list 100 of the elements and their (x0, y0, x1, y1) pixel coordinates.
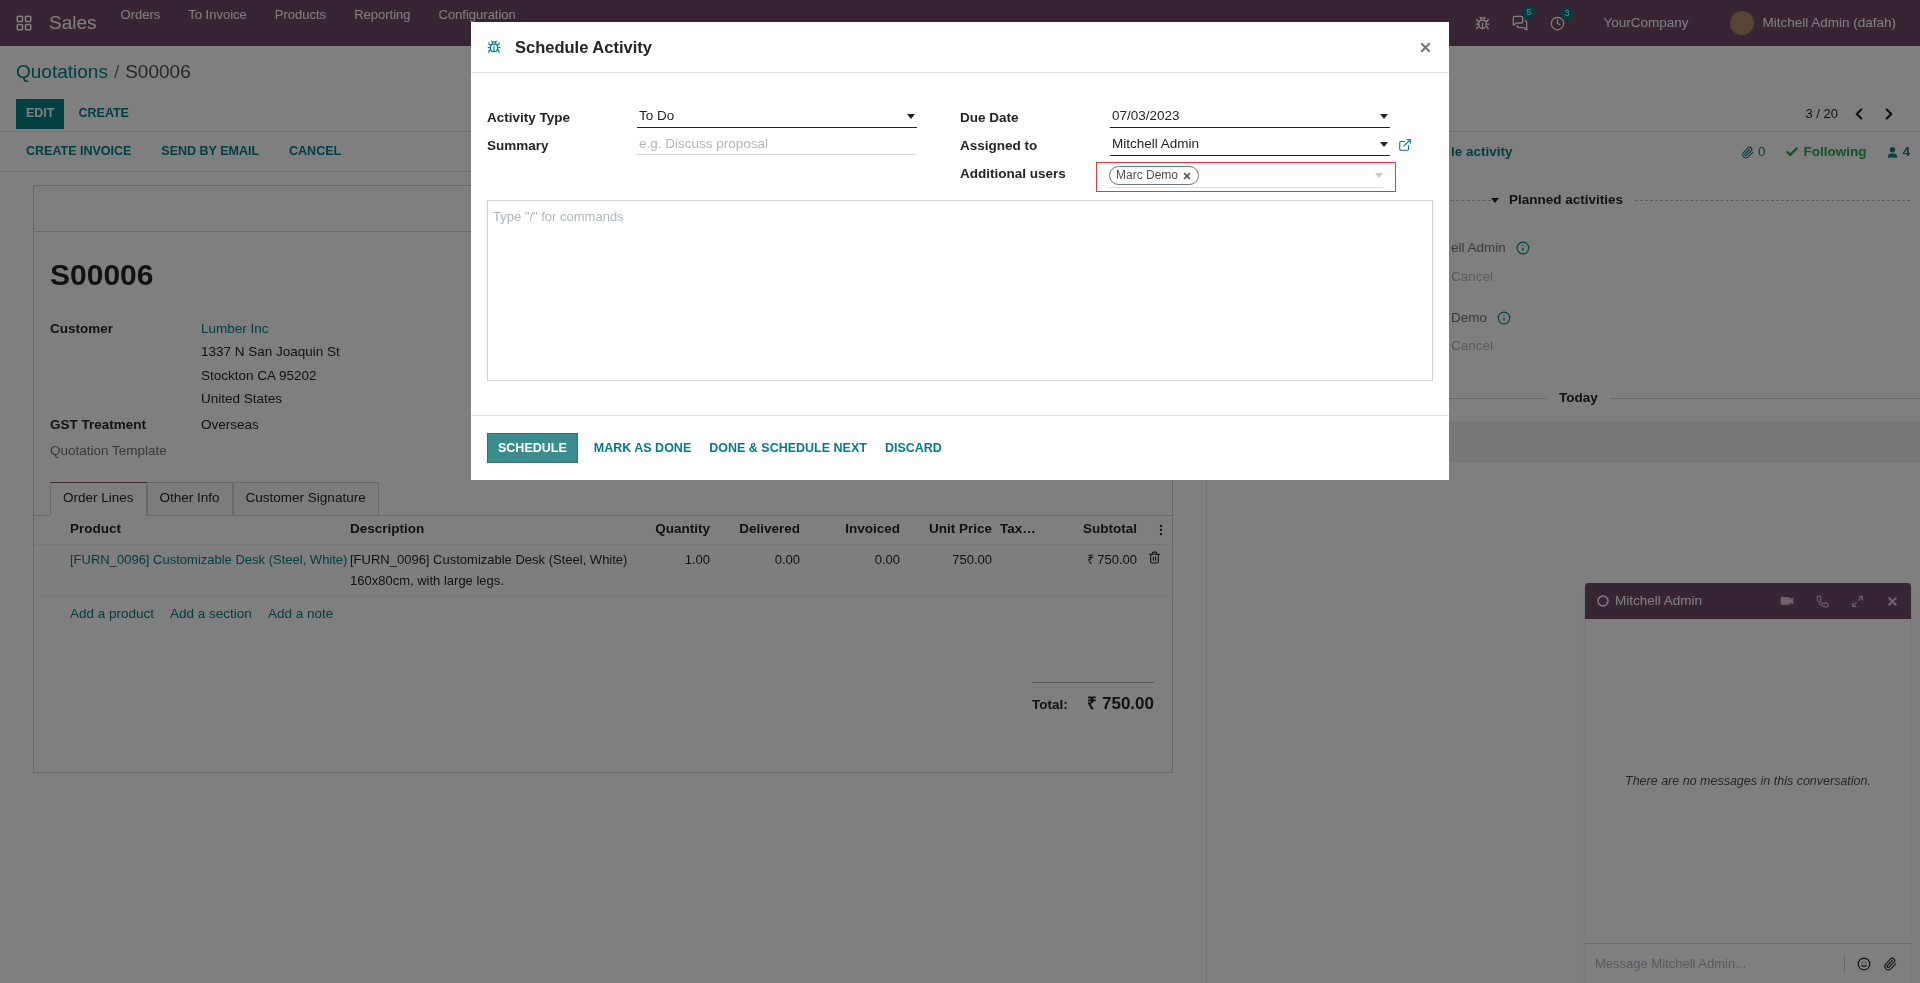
dialog-title: Schedule Activity (515, 36, 652, 58)
form-tab[interactable]: Order Lines (50, 481, 147, 516)
attachment-icon[interactable] (1883, 956, 1897, 971)
caret-icon (1380, 113, 1388, 119)
check-icon (1785, 145, 1800, 159)
form-tab[interactable]: Other Info (146, 481, 233, 516)
collapse-caret-icon (1491, 197, 1499, 203)
product-link[interactable]: [FURN_0096] Customizable Desk (Steel, White) (70, 549, 350, 591)
total-label: Total: (1032, 695, 1068, 714)
app-title[interactable]: Sales (49, 8, 97, 38)
column-header[interactable]: Unit Price (900, 519, 992, 540)
apps-menu-icon[interactable] (15, 14, 33, 32)
status-icon (1597, 595, 1609, 607)
menu-item[interactable]: Products (274, 8, 327, 22)
chat-title[interactable]: Mitchell Admin (1615, 590, 1703, 612)
dialog-action-button[interactable]: DONE & SCHEDULE NEXT (707, 433, 869, 464)
record-title: S00006 (50, 257, 155, 293)
status-action-button[interactable]: CREATE INVOICE (26, 142, 132, 161)
close-icon[interactable] (1886, 594, 1899, 608)
field-label: Customer (50, 320, 114, 338)
field-label: Due Date (960, 109, 1020, 127)
emoji-icon[interactable] (1857, 956, 1871, 971)
breadcrumb-link[interactable]: Quotations (16, 58, 108, 87)
add-line-link[interactable]: Add a section (170, 603, 252, 624)
schedule-activity-link[interactable]: le activity (1451, 141, 1513, 163)
caret-icon (1375, 173, 1383, 178)
company-switcher[interactable]: YourCompany (1603, 12, 1689, 34)
add-line-link[interactable]: Add a product (70, 603, 155, 624)
field-value: 1337 N San Joaquin St (201, 343, 340, 362)
description-line: 160x80cm, with large legs. (350, 572, 505, 590)
field-label: Additional users (960, 165, 1067, 183)
dialog-action-button[interactable]: MARK AS DONE (591, 433, 694, 464)
clock-icon[interactable] (1550, 15, 1566, 31)
bug-icon (487, 40, 501, 54)
add-line-link[interactable]: Add a note (267, 603, 334, 624)
edit-button[interactable]: EDIT (16, 98, 65, 129)
table-cell-text: 0.00 (873, 550, 900, 569)
field-value: United States (201, 389, 284, 408)
column-header[interactable]: Product (70, 519, 350, 540)
form-tab[interactable]: Customer Signature (232, 481, 379, 516)
menu-item[interactable]: Configuration (438, 8, 516, 22)
field-value: Stockton CA 95202 (201, 366, 318, 385)
table-cell-text: 750.00 (951, 550, 992, 569)
info-icon[interactable] (1515, 241, 1530, 256)
column-header[interactable]: Description (350, 519, 650, 540)
field-value: Overseas (201, 416, 259, 434)
activity-assignee: ell Admin (1451, 239, 1506, 258)
select-field[interactable]: Mitchell Admin (1110, 134, 1390, 157)
delete-icon[interactable] (1148, 550, 1161, 564)
select-field[interactable]: To Do (637, 106, 917, 129)
status-action-button[interactable]: CANCEL (289, 142, 342, 161)
video-call-icon[interactable] (1780, 594, 1794, 608)
column-header[interactable]: Subtotal (1047, 519, 1137, 540)
breadcrumb-separator: / (113, 60, 120, 84)
user-menu[interactable]: Mitchell Admin (dafah) (1762, 12, 1896, 34)
note-editor[interactable]: Type "/" for commands (487, 200, 1433, 381)
field-label: Assigned to (960, 137, 1039, 155)
column-header[interactable]: Quantity (650, 519, 710, 540)
table-cell-text: ₹ 750.00 (1085, 550, 1137, 569)
customer-link[interactable]: Lumber Inc (201, 319, 340, 340)
schedule-button[interactable]: SCHEDULE (487, 433, 578, 464)
field-label: Activity Type (487, 109, 572, 127)
select-field[interactable]: 07/03/2023 (1110, 106, 1390, 129)
attachment-count[interactable]: 0 (1757, 141, 1766, 163)
column-header[interactable]: Invoiced (800, 519, 900, 540)
status-action-button[interactable]: SEND BY EMAIL (161, 142, 260, 161)
table-cell-text: 0.00 (773, 550, 800, 569)
debug-icon[interactable] (1475, 15, 1491, 31)
tags-field[interactable]: Marc Demo (1096, 162, 1396, 192)
menu-item[interactable]: To Invoice (188, 8, 247, 22)
remove-icon[interactable] (1182, 170, 1192, 181)
pager-value: 3 / 20 (1805, 104, 1838, 123)
count-badge: 5 (1522, 6, 1536, 19)
activity-assignee: Demo (1451, 308, 1487, 327)
menu-item[interactable]: Orders (120, 8, 161, 22)
caret-icon (907, 113, 915, 119)
field-label: Summary (487, 137, 550, 155)
total-value: ₹ 750.00 (1087, 692, 1154, 715)
field-label: Quotation Template (50, 442, 168, 461)
external-link-icon[interactable] (1398, 138, 1412, 153)
followers-count[interactable]: 4 (1902, 141, 1910, 163)
planned-activities-header[interactable]: Planned activities (1509, 190, 1624, 211)
expand-icon[interactable] (1851, 594, 1864, 608)
column-header[interactable]: Delivered (710, 519, 800, 540)
phone-icon[interactable] (1816, 594, 1829, 608)
dialog-action-button[interactable]: DISCARD (882, 433, 944, 464)
table-cell-text: 1.00 (683, 550, 710, 569)
input-field[interactable]: e.g. Discuss proposal (637, 134, 915, 156)
create-button[interactable]: CREATE (76, 98, 131, 129)
attachment-icon[interactable] (1740, 145, 1754, 159)
breadcrumb-current: S00006 (125, 60, 191, 84)
column-header[interactable]: Tax… (992, 519, 1047, 540)
caret-icon (1380, 141, 1388, 147)
info-icon[interactable] (1497, 310, 1511, 325)
menu-item[interactable]: Reporting (354, 8, 411, 22)
description-line: [FURN_0096] Customizable Desk (Steel, White) (350, 550, 629, 569)
messages-icon[interactable] (1512, 15, 1529, 31)
followers-icon[interactable] (1886, 145, 1900, 159)
following-button[interactable]: Following (1803, 141, 1867, 163)
empty-conversation-text: There are no messages in this conversation. (1625, 772, 1871, 790)
